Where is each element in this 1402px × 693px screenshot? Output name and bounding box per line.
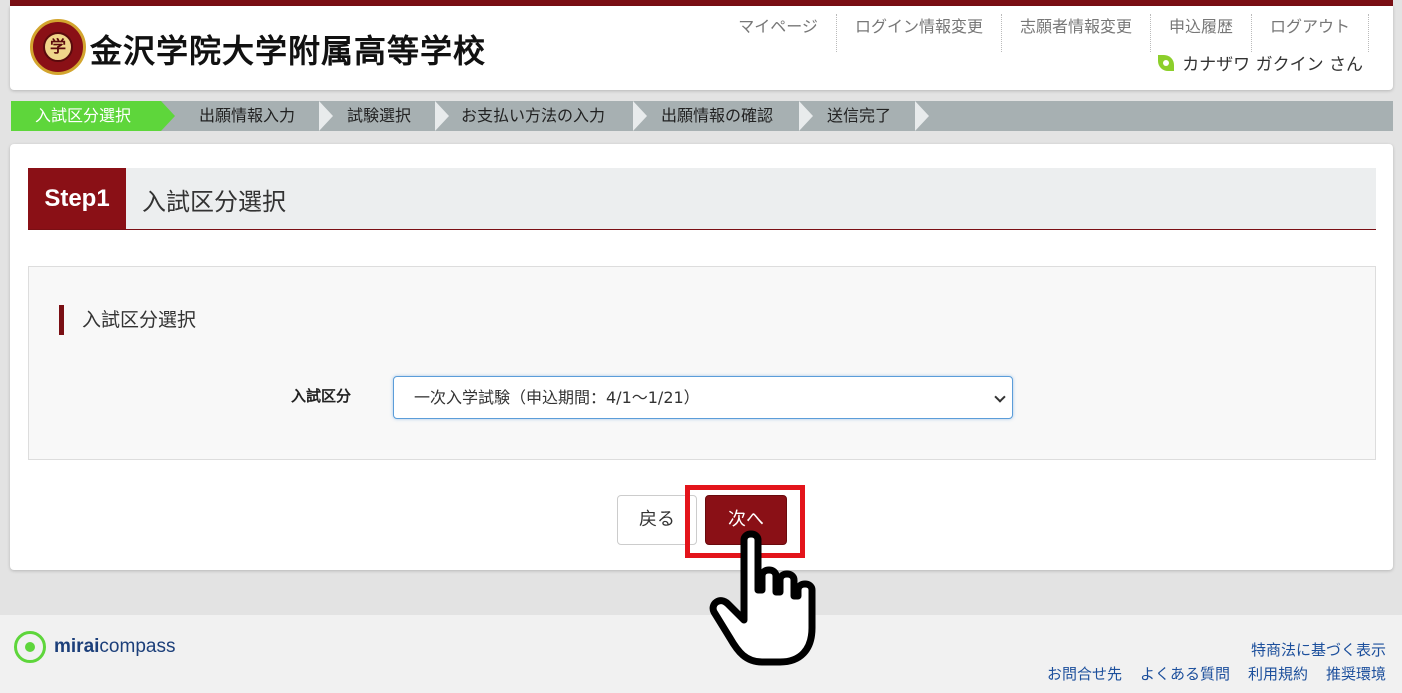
step-3: 試験選択: [347, 106, 412, 125]
step-badge: Step1: [28, 168, 126, 229]
miraicompass-wordmark: miraicompass: [54, 636, 176, 657]
nav-login-info-change[interactable]: ログイン情報変更: [837, 14, 1002, 52]
nav-application-history[interactable]: 申込履歴: [1151, 14, 1252, 52]
step-4: お支払い方法の入力: [461, 106, 606, 125]
top-nav: マイページ ログイン情報変更 志願者情報変更 申込履歴 ログアウト: [720, 14, 1369, 52]
user-greeting: カナザワ ガクイン さん: [1158, 50, 1363, 75]
main-panel: Step1 入試区分選択 入試区分選択 入試区分 一次入学試験（申込期間：4/1…: [10, 144, 1393, 570]
chevron-down-icon: [994, 391, 1006, 403]
miraicompass-icon: [14, 631, 46, 663]
school-logo-icon[interactable]: 学: [30, 19, 86, 75]
footer-link-terms[interactable]: 利用規約: [1248, 663, 1308, 684]
footer-link-environment[interactable]: 推奨環境: [1326, 663, 1386, 684]
pointer-hand-icon: [709, 530, 816, 666]
step-divider: [915, 101, 929, 131]
step-6: 送信完了: [827, 106, 892, 125]
exam-category-label: 入試区分: [291, 387, 352, 405]
school-name[interactable]: 金沢学院大学附属高等学校: [90, 26, 486, 72]
step-progress-bar: 入試区分選択 出願情報入力 試験選択 お支払い方法の入力 出願情報の確認 送信完…: [11, 101, 1393, 131]
school-logo-mark: 学: [43, 32, 73, 62]
miraicompass-logo[interactable]: miraicompass: [14, 631, 175, 663]
step-1: 入試区分選択: [11, 101, 161, 131]
section-title: 入試区分選択: [59, 305, 196, 335]
footer-link-commercial-law[interactable]: 特商法に基づく表示: [1251, 639, 1386, 660]
leaf-icon: [1158, 54, 1175, 71]
step-5: 出願情報の確認: [661, 106, 774, 125]
nav-mypage[interactable]: マイページ: [720, 14, 837, 52]
step-heading: Step1 入試区分選択: [28, 168, 1376, 230]
nav-logout[interactable]: ログアウト: [1252, 14, 1369, 52]
footer-link-faq[interactable]: よくある質問: [1140, 663, 1230, 684]
footer-links: お問合せ先 よくある質問 利用規約 推奨環境: [1029, 663, 1386, 684]
site-header: 学 金沢学院大学附属高等学校 マイページ ログイン情報変更 志願者情報変更 申込…: [10, 6, 1393, 90]
form-section: 入試区分選択 入試区分 一次入学試験（申込期間：4/1〜1/21）: [28, 266, 1376, 460]
exam-category-selected-value: 一次入学試験（申込期間：4/1〜1/21）: [414, 388, 700, 407]
user-name: カナザワ ガクイン さん: [1182, 55, 1363, 75]
step-2: 出願情報入力: [199, 106, 296, 125]
exam-category-select[interactable]: 一次入学試験（申込期間：4/1〜1/21）: [393, 376, 1013, 419]
nav-applicant-info-change[interactable]: 志願者情報変更: [1002, 14, 1151, 52]
page-title: 入試区分選択: [142, 188, 286, 216]
footer-link-contact[interactable]: お問合せ先: [1047, 663, 1122, 684]
